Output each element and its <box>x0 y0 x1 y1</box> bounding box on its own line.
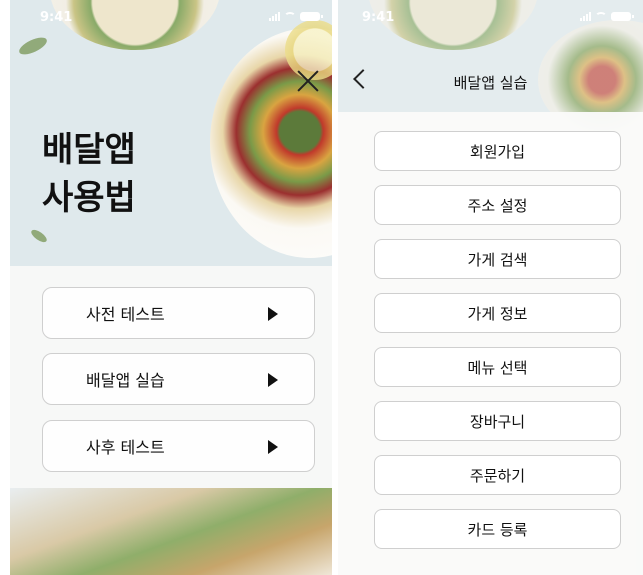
herb-leaf-image <box>29 227 49 245</box>
food-plate-image <box>210 28 332 258</box>
play-triangle-icon <box>268 440 278 454</box>
wifi-icon <box>284 11 296 21</box>
wifi-icon <box>595 11 607 21</box>
header-title: 배달앱 실습 <box>453 74 528 92</box>
cart-button[interactable]: 장바구니 <box>374 401 621 441</box>
food-background-image <box>10 488 332 575</box>
status-bar: 9:41 <box>338 8 643 28</box>
order-button[interactable]: 주문하기 <box>374 455 621 495</box>
store-info-button[interactable]: 가게 정보 <box>374 293 621 333</box>
menu-select-button[interactable]: 메뉴 선택 <box>374 347 621 387</box>
menu-panel: 사전 테스트 배달앱 실습 사후 테스트 <box>10 266 332 488</box>
store-search-button[interactable]: 가게 검색 <box>374 239 621 279</box>
menu-button-label: 사전 테스트 <box>86 305 165 324</box>
practice-menu-screen: 9:41 배달앱 실습 회원가입 주소 설정 가게 검색 가게 정보 메뉴 선택… <box>338 0 643 575</box>
herb-leaf-image <box>16 34 50 58</box>
menu-button-label: 사후 테스트 <box>86 438 165 457</box>
menu-button-label: 배달앱 실습 <box>86 371 165 390</box>
title-line-2: 사용법 <box>42 178 136 218</box>
signal-icon <box>269 11 280 21</box>
play-triangle-icon <box>268 373 278 387</box>
page-title: 배달앱 사용법 <box>42 126 136 222</box>
close-icon[interactable] <box>295 68 321 94</box>
practice-list: 회원가입 주소 설정 가게 검색 가게 정보 메뉴 선택 장바구니 주문하기 카… <box>338 112 643 575</box>
card-register-button[interactable]: 카드 등록 <box>374 509 621 549</box>
battery-icon <box>611 11 634 21</box>
battery-icon <box>300 11 323 21</box>
main-menu-screen: 9:41 배달앱 사용법 사전 테스트 배달앱 실습 사후 테스트 <box>10 0 332 575</box>
status-bar: 9:41 <box>10 8 332 28</box>
play-triangle-icon <box>268 307 278 321</box>
signal-icon <box>580 11 591 21</box>
pre-test-button[interactable]: 사전 테스트 <box>42 287 315 339</box>
title-line-1: 배달앱 <box>42 130 136 170</box>
status-time: 9:41 <box>40 10 73 25</box>
status-time: 9:41 <box>362 10 395 25</box>
signup-button[interactable]: 회원가입 <box>374 131 621 171</box>
address-setting-button[interactable]: 주소 설정 <box>374 185 621 225</box>
delivery-app-practice-button[interactable]: 배달앱 실습 <box>42 353 315 405</box>
post-test-button[interactable]: 사후 테스트 <box>42 420 315 472</box>
